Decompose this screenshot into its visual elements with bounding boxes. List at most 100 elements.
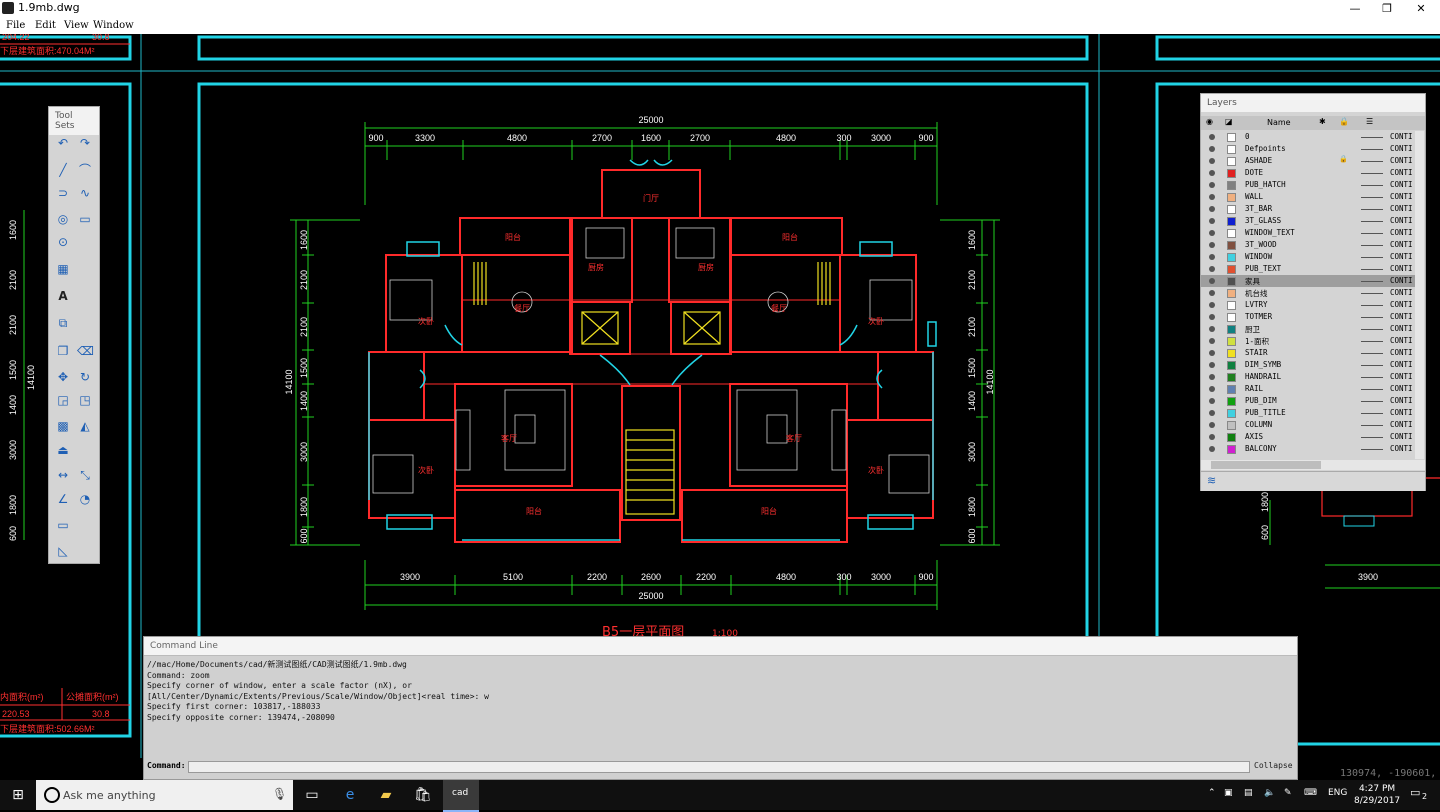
cad-app-taskbar-button[interactable]: cad (443, 780, 479, 812)
visibility-icon[interactable] (1209, 314, 1215, 320)
layer-color-swatch[interactable] (1227, 169, 1236, 178)
visibility-icon[interactable] (1209, 386, 1215, 392)
layer-color-swatch[interactable] (1227, 421, 1236, 430)
file-explorer-icon[interactable]: ▰ (377, 786, 395, 804)
task-view-icon[interactable]: ▭ (303, 786, 321, 804)
visibility-icon[interactable] (1209, 422, 1215, 428)
layer-row[interactable]: Defpoints CONTI (1201, 143, 1415, 155)
windows-start-icon[interactable]: ⊞ (9, 786, 27, 804)
keyboard-icon[interactable]: ⌨ (1304, 788, 1317, 798)
visibility-icon[interactable] (1209, 134, 1215, 140)
settings-header-icon[interactable]: ✱ (1319, 117, 1326, 126)
network-icon[interactable]: ▤ (1244, 788, 1253, 798)
layer-color-swatch[interactable] (1227, 157, 1236, 166)
tray-app-icon[interactable]: ▣ (1224, 788, 1233, 798)
visibility-icon[interactable] (1209, 410, 1215, 416)
layer-row[interactable]: 0 CONTI (1201, 131, 1415, 143)
array-icon[interactable]: ▩ (55, 418, 71, 434)
measure-icon[interactable]: ◺ (55, 543, 71, 559)
layer-row[interactable]: LVTRY CONTI (1201, 299, 1415, 311)
layer-color-swatch[interactable] (1227, 241, 1236, 250)
visibility-icon[interactable] (1209, 302, 1215, 308)
taskbar-search[interactable]: Ask me anything 🎙 (36, 780, 293, 810)
layer-color-swatch[interactable] (1227, 205, 1236, 214)
polyline-icon[interactable]: ⊃ (55, 185, 71, 201)
visibility-icon[interactable] (1209, 266, 1215, 272)
layer-color-swatch[interactable] (1227, 433, 1236, 442)
layer-color-swatch[interactable] (1227, 253, 1236, 262)
redo-icon[interactable]: ↷ (77, 135, 93, 151)
layer-row[interactable]: PUB_TEXT CONTI (1201, 263, 1415, 275)
visibility-icon[interactable] (1209, 338, 1215, 344)
visibility-icon[interactable] (1209, 146, 1215, 152)
tray-chevron-icon[interactable]: ⌃ (1208, 788, 1216, 798)
layer-row[interactable]: 1-面积 CONTI (1201, 335, 1415, 347)
visibility-icon[interactable] (1209, 350, 1215, 356)
visibility-icon[interactable] (1209, 446, 1215, 452)
layer-color-swatch[interactable] (1227, 265, 1236, 274)
layer-color-swatch[interactable] (1227, 361, 1236, 370)
layer-row[interactable]: COLUMN CONTI (1201, 419, 1415, 431)
layer-color-swatch[interactable] (1227, 373, 1236, 382)
visibility-icon[interactable] (1209, 362, 1215, 368)
layer-row[interactable]: STAIR CONTI (1201, 347, 1415, 359)
layer-row[interactable]: RAIL CONTI (1201, 383, 1415, 395)
visibility-icon[interactable] (1209, 206, 1215, 212)
pen-icon[interactable]: ✎ (1284, 788, 1292, 798)
layer-color-swatch[interactable] (1227, 409, 1236, 418)
linear-dimension-icon[interactable]: ↔ (55, 467, 71, 483)
edge-browser-icon[interactable]: e (341, 786, 359, 804)
volume-icon[interactable]: 🔈 (1264, 788, 1275, 798)
layer-row[interactable]: ASHADE 🔒 CONTI (1201, 155, 1415, 167)
undo-icon[interactable]: ↶ (55, 135, 71, 151)
visibility-icon[interactable] (1209, 158, 1215, 164)
menu-edit[interactable]: Edit (35, 20, 56, 31)
command-input[interactable] (188, 761, 1250, 773)
layer-color-swatch[interactable] (1227, 397, 1236, 406)
close-button[interactable]: ✕ (1404, 0, 1438, 17)
menu-window[interactable]: Window (93, 20, 134, 31)
layer-color-swatch[interactable] (1227, 193, 1236, 202)
name-header[interactable]: Name (1267, 118, 1291, 127)
layer-color-swatch[interactable] (1227, 301, 1236, 310)
layer-row[interactable]: PUB_HATCH CONTI (1201, 179, 1415, 191)
aligned-dimension-icon[interactable]: ⤡ (77, 467, 93, 483)
layer-color-swatch[interactable] (1227, 133, 1236, 142)
layer-color-swatch[interactable] (1227, 277, 1236, 286)
layer-row[interactable]: WALL CONTI (1201, 191, 1415, 203)
visibility-icon[interactable] (1209, 170, 1215, 176)
visibility-icon[interactable] (1209, 434, 1215, 440)
layer-color-swatch[interactable] (1227, 217, 1236, 226)
layer-row[interactable]: 机台线 CONTI (1201, 287, 1415, 299)
layer-row[interactable]: 家具 CONTI (1201, 275, 1415, 287)
layer-row[interactable]: TOTMER CONTI (1201, 311, 1415, 323)
visibility-icon[interactable] (1209, 398, 1215, 404)
layer-row[interactable]: PUB_TITLE CONTI (1201, 407, 1415, 419)
layer-row[interactable]: BALCONY CONTI (1201, 443, 1415, 455)
linetype-header-icon[interactable]: ☰ (1366, 117, 1373, 126)
layer-color-swatch[interactable] (1227, 313, 1236, 322)
layer-row[interactable]: WINDOW CONTI (1201, 251, 1415, 263)
layer-row[interactable]: 厨卫 CONTI (1201, 323, 1415, 335)
visibility-icon[interactable] (1209, 254, 1215, 260)
collapse-button[interactable]: Collapse (1254, 761, 1293, 770)
layer-row[interactable]: WINDOW_TEXT CONTI (1201, 227, 1415, 239)
layer-color-swatch[interactable] (1227, 289, 1236, 298)
visibility-icon[interactable] (1209, 230, 1215, 236)
rectangle-icon[interactable]: ▭ (77, 211, 93, 227)
line-icon[interactable]: ╱ (55, 162, 71, 178)
layer-row[interactable]: 3T_WOOD CONTI (1201, 239, 1415, 251)
layers-scrollbar-vertical[interactable] (1415, 131, 1424, 459)
visibility-icon[interactable] (1209, 218, 1215, 224)
visibility-header-icon[interactable]: ◉ (1206, 117, 1213, 126)
layer-row[interactable]: PUB_DIM CONTI (1201, 395, 1415, 407)
offset-icon[interactable]: ⏏ (55, 442, 71, 458)
layout-icon[interactable]: ▭ (55, 517, 71, 533)
menu-file[interactable]: File (6, 20, 25, 31)
action-center-icon[interactable]: ▭ (1410, 786, 1420, 799)
maximize-button[interactable]: ❐ (1370, 0, 1404, 17)
layer-color-swatch[interactable] (1227, 385, 1236, 394)
move-icon[interactable]: ✥ (55, 369, 71, 385)
stretch-icon[interactable]: ◳ (77, 392, 93, 408)
visibility-icon[interactable] (1209, 374, 1215, 380)
